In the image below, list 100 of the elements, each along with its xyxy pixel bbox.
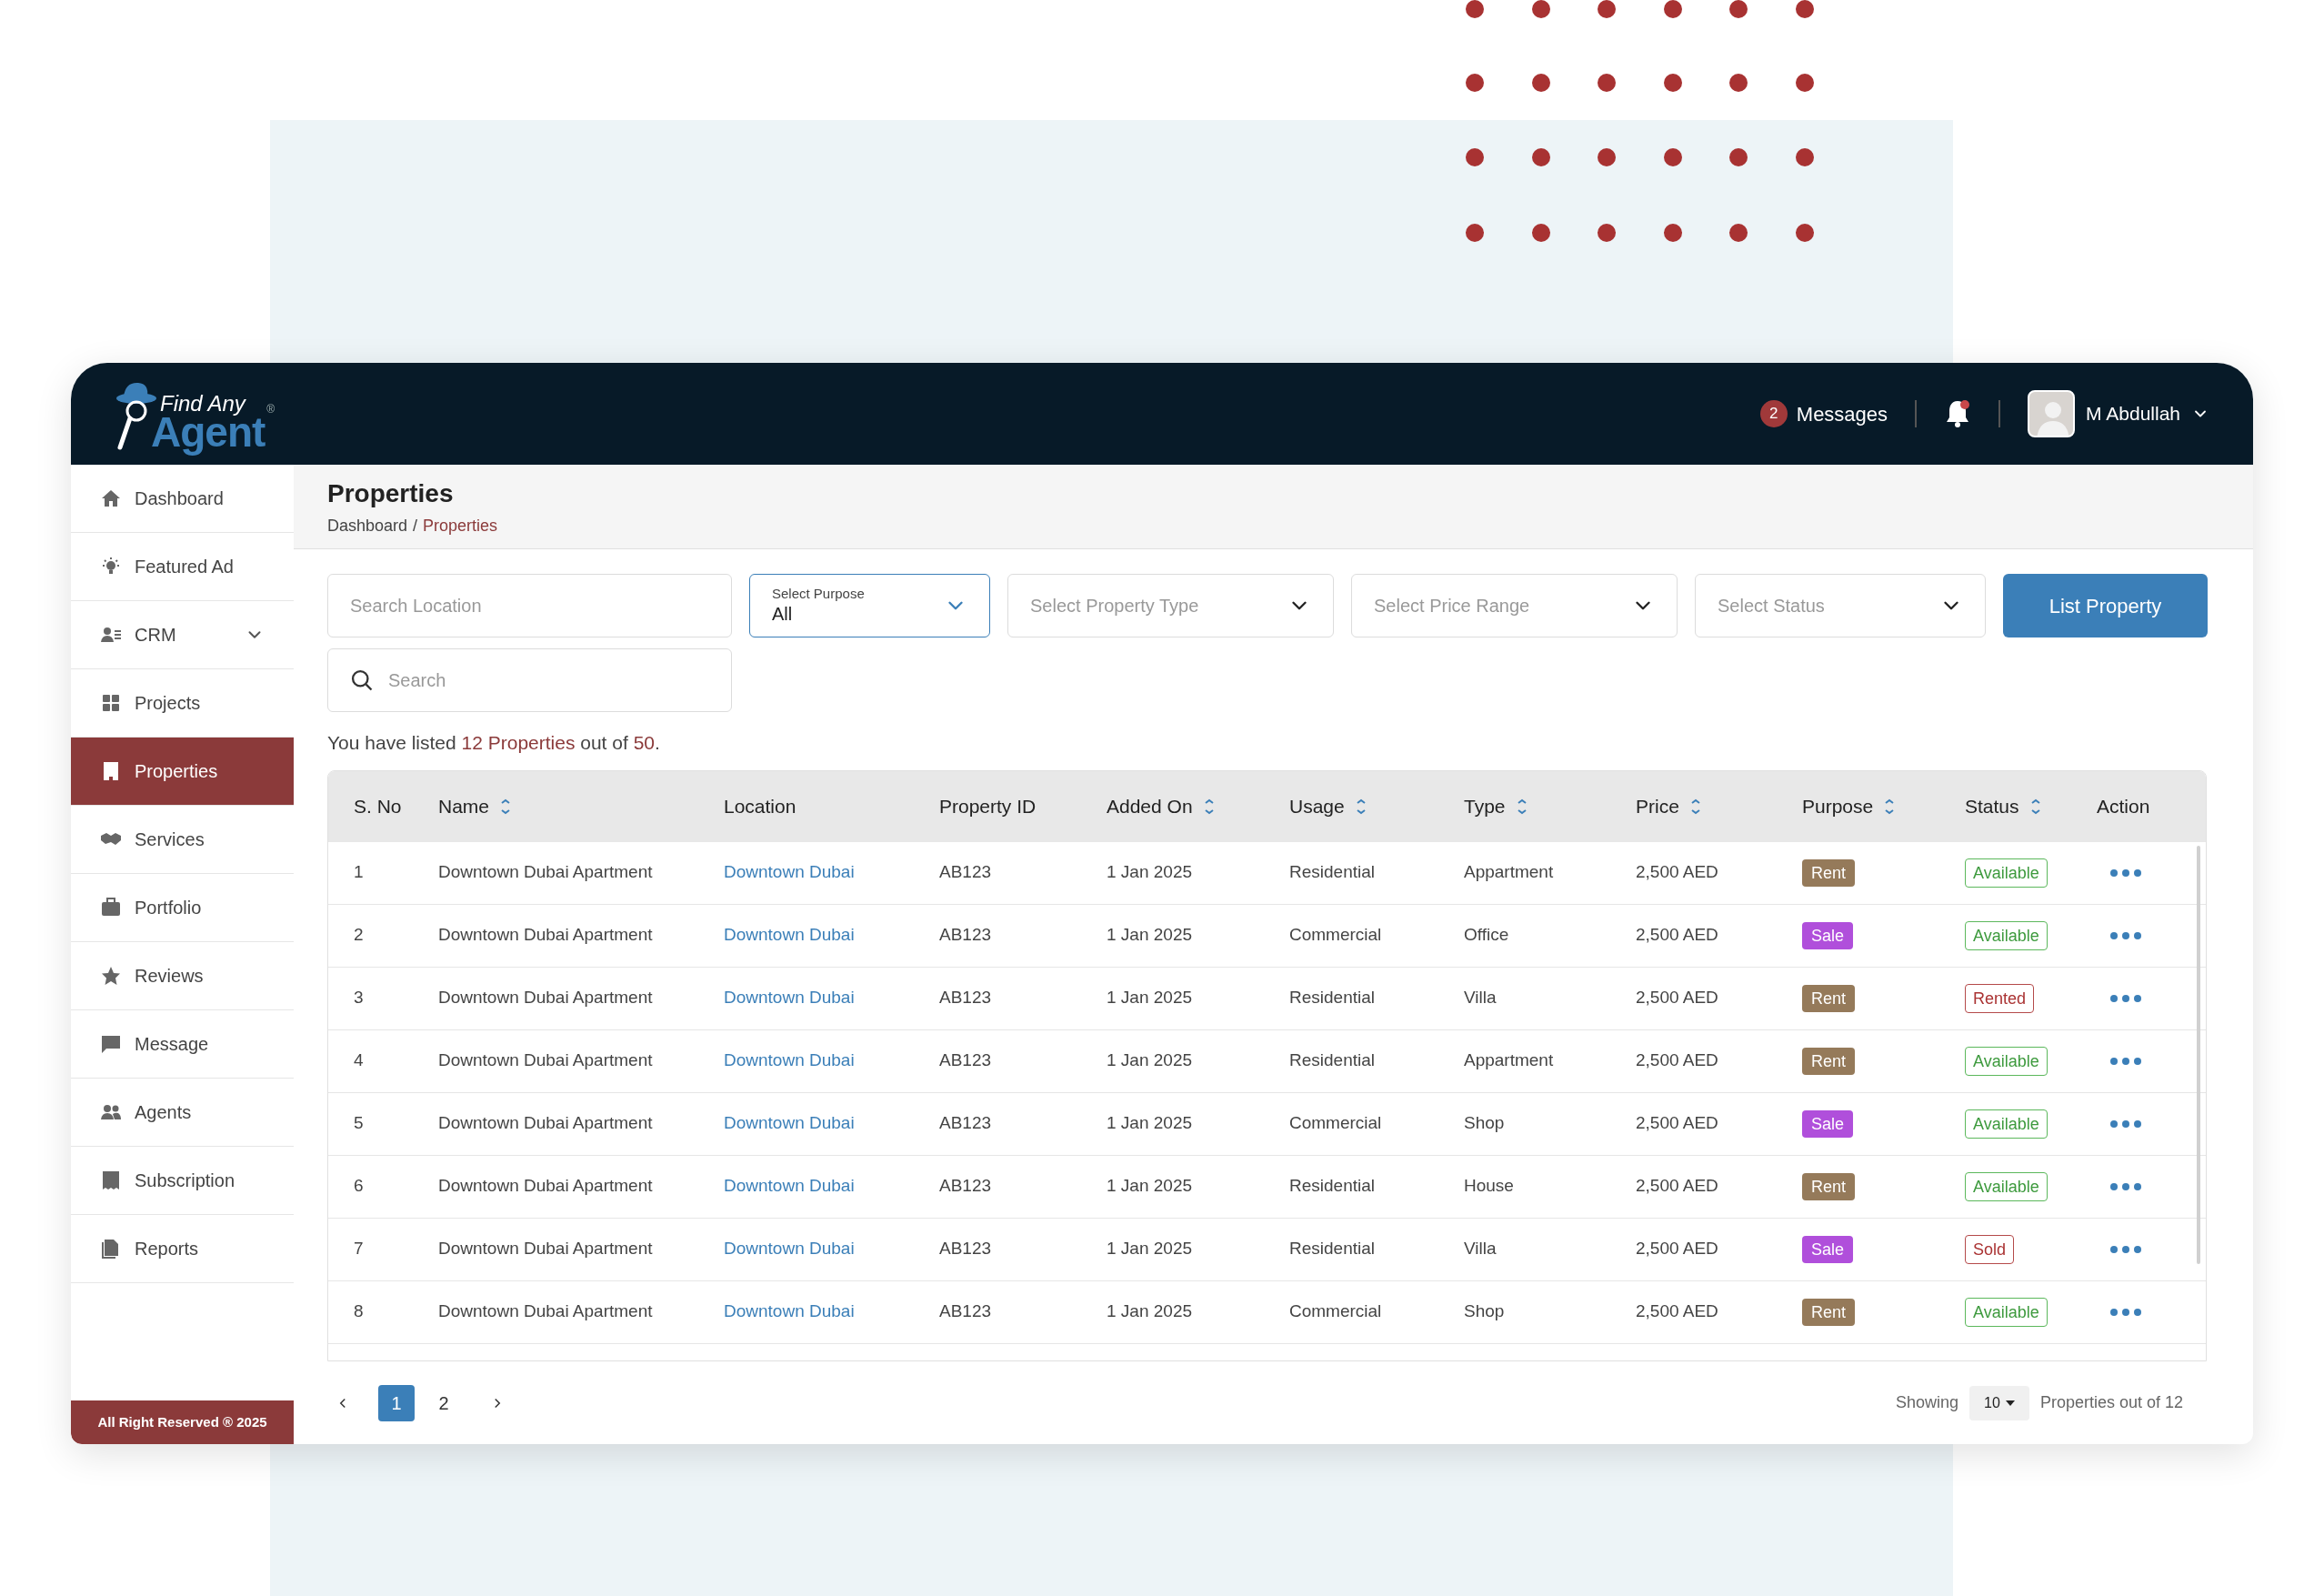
briefcase-icon [100, 897, 122, 918]
column-header[interactable]: Status [1965, 791, 2019, 821]
column-header[interactable]: S. No [354, 791, 402, 821]
location-link[interactable]: Downtown Dubai [724, 1110, 855, 1137]
table-cell-text: Downtown Dubai Apartment [438, 861, 654, 884]
table-cell-text: 4 [354, 1049, 365, 1072]
purpose-badge: Rent [1802, 1047, 1856, 1075]
status-badge: Available [1965, 1046, 2048, 1076]
column-header[interactable]: Usage [1289, 791, 1345, 821]
table-cell-text: 2,500 AED [1636, 924, 1719, 947]
page-size-select[interactable]: 10 [1969, 1385, 2029, 1420]
sort-icon[interactable] [1689, 798, 1701, 815]
table-cell-text: 2,500 AED [1636, 1049, 1719, 1072]
table-cell-text: 3 [354, 987, 365, 1009]
table-cell-text: Downtown Dubai Apartment [438, 924, 654, 947]
avatar[interactable] [2028, 390, 2076, 437]
table-cell-text: AB123 [939, 1175, 993, 1198]
location-link[interactable]: Downtown Dubai [724, 859, 855, 886]
table-cell-text: 1 Jan 2025 [1107, 1238, 1194, 1260]
sort-icon[interactable] [1516, 798, 1528, 815]
column-header[interactable]: Location [724, 791, 796, 821]
table-cell-text: 1 Jan 2025 [1107, 1300, 1194, 1323]
table-cell-text: Villa [1464, 987, 1498, 1009]
column-header[interactable]: Price [1636, 791, 1679, 821]
location-link[interactable]: Downtown Dubai [724, 1173, 855, 1200]
dropdown-field[interactable]: Select Purpose All [749, 574, 990, 637]
field-placeholder: Select Property Type [1030, 595, 1200, 617]
location-link[interactable]: Downtown Dubai [724, 1048, 855, 1074]
table-cell-text: Commercial [1289, 1112, 1383, 1135]
field-placeholder: Select Price Range [1374, 595, 1531, 617]
table-cell-text: Residential [1289, 1049, 1376, 1072]
table-cell-text: 1 Jan 2025 [1107, 1112, 1194, 1135]
table-cell-text: 5 [354, 1112, 365, 1135]
table-cell-text: 1 Jan 2025 [1107, 987, 1194, 1009]
breadcrumb-link[interactable]: Dashboard [327, 514, 408, 538]
table-cell-text: 2 [354, 924, 365, 947]
sort-icon[interactable] [500, 798, 512, 815]
table-cell-text: Residential [1289, 861, 1376, 884]
table-cell-text: Downtown Dubai Apartment [438, 1049, 654, 1072]
status-badge: Sold [1965, 1234, 2015, 1264]
breadcrumb-separator: / [413, 516, 418, 537]
sort-icon[interactable] [2029, 798, 2041, 815]
column-header[interactable]: Added On [1107, 791, 1193, 821]
total-label: Properties out of 12 [2039, 1392, 2183, 1413]
table-cell-text: Commercial [1289, 1300, 1383, 1323]
table-cell-text: Appartment [1464, 1049, 1555, 1072]
status-badge: Available [1965, 858, 2048, 888]
listing-summary: You have listed 12 Properties out of 50. [327, 731, 661, 755]
table-cell-text: Downtown Dubai Apartment [438, 1112, 654, 1135]
location-link[interactable]: Downtown Dubai [724, 985, 855, 1011]
table-cell-text: Office [1464, 924, 1510, 947]
sort-icon[interactable] [1355, 798, 1367, 815]
status-badge: Available [1965, 1171, 2048, 1201]
table-cell-text: Villa [1464, 1238, 1498, 1260]
field-placeholder: Select Status [1718, 595, 1826, 617]
table-cell-text: Residential [1289, 1238, 1376, 1260]
table-cell-text: 2,500 AED [1636, 1238, 1719, 1260]
column-header[interactable]: Purpose [1802, 791, 1874, 821]
purpose-badge: Rent [1802, 1172, 1856, 1200]
table-cell-text: 2,500 AED [1636, 861, 1719, 884]
page-button[interactable]: 2 [426, 1384, 462, 1421]
page-title: Properties [327, 478, 455, 509]
scrollbar[interactable] [2197, 845, 2200, 1264]
table-cell-text: AB123 [939, 1300, 993, 1323]
sort-icon[interactable] [1884, 798, 1896, 815]
table-cell-text: 1 Jan 2025 [1107, 1175, 1194, 1198]
sort-icon[interactable] [1203, 798, 1215, 815]
breadcrumb-link[interactable]: Properties [423, 514, 498, 538]
field-value: All [772, 603, 794, 626]
user-name[interactable]: M Abdullah [2086, 399, 2180, 428]
table-cell-text: 2,500 AED [1636, 1112, 1719, 1135]
column-header[interactable]: Name [438, 791, 490, 821]
table-cell-text: AB123 [939, 924, 993, 947]
chat-icon [100, 1033, 122, 1055]
home-icon [100, 487, 122, 509]
grid-icon [100, 692, 122, 714]
column-header[interactable]: Action [2097, 791, 2150, 821]
status-badge: Available [1965, 1297, 2048, 1327]
search-field[interactable]: Search [327, 648, 732, 712]
copyright-footer: All Right Reserved ® 2025 [71, 1400, 294, 1444]
table-cell-text: AB123 [939, 1049, 993, 1072]
table-cell-text: Downtown Dubai Apartment [438, 1238, 654, 1260]
table-cell-text: Residential [1289, 1175, 1376, 1198]
search-location-field[interactable]: Search Location [327, 574, 732, 637]
table-cell-text: Downtown Dubai Apartment [438, 1300, 654, 1323]
purpose-badge: Rent [1802, 1298, 1856, 1326]
status-badge: Available [1965, 920, 2048, 950]
column-header[interactable]: Property ID [939, 791, 1037, 821]
location-link[interactable]: Downtown Dubai [724, 922, 855, 949]
column-header[interactable]: Type [1464, 791, 1506, 821]
registered-mark: ® [266, 402, 275, 417]
list-property-button[interactable]: List Property [2003, 574, 2208, 637]
sidebar-item[interactable]: Properties [71, 738, 294, 806]
showing-label: Showing [1896, 1392, 1959, 1413]
page-button[interactable]: 1 [378, 1384, 415, 1421]
purpose-badge: Rent [1802, 984, 1856, 1012]
messages-link[interactable]: Messages [1796, 398, 1888, 429]
table-cell-text: 6 [354, 1175, 365, 1198]
location-link[interactable]: Downtown Dubai [724, 1236, 855, 1262]
location-link[interactable]: Downtown Dubai [724, 1299, 855, 1325]
